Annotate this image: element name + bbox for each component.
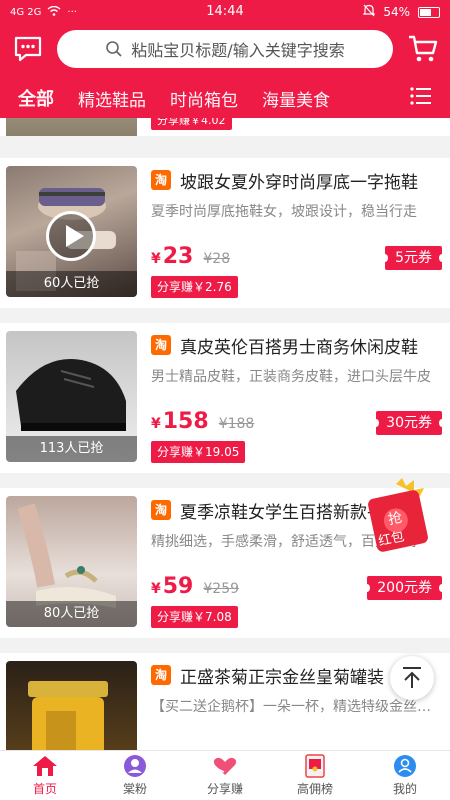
product-image [6,118,137,136]
cart-button[interactable] [406,32,440,66]
price: ¥23 ¥28 [151,244,231,269]
product-image [6,661,137,750]
product-list[interactable]: 分享赚￥4.02 60人已抢 淘 坡跟女夏外穿时尚厚底一字拖鞋 夏季时尚厚底拖鞋… [0,118,450,750]
coupon-badge[interactable]: 30元券 [373,411,445,435]
nav-label: 我的 [392,782,417,796]
tab-bags[interactable]: 时尚箱包 [170,86,238,111]
nav-label: 分享赚 [206,782,243,796]
product-card[interactable]: 60人已抢 淘 坡跟女夏外穿时尚厚底一字拖鞋 夏季时尚厚底拖鞋女，坡跟设计，稳当… [0,158,450,308]
taobao-badge: 淘 [151,170,171,190]
partial-product-card[interactable]: 分享赚￥4.02 [0,118,450,136]
taobao-badge: 淘 [151,500,171,520]
category-tabs: 全部 精选鞋品 时尚箱包 海量美食 [0,82,450,114]
product-desc: 男士精品皮鞋，正装商务皮鞋，进口头层牛皮 [151,369,431,385]
nav-share-earn[interactable]: 分享赚 [180,751,270,800]
product-card[interactable]: 113人已抢 淘 真皮英伦百搭男士商务休闲皮鞋 男士精品皮鞋，正装商务皮鞋，进口… [0,323,450,473]
back-to-top-button[interactable] [390,656,434,700]
price-value: 158 [162,409,209,434]
nav-label: 首页 [32,782,57,796]
taobao-badge: 淘 [151,335,171,355]
bottom-nav: 首页 棠粉 分享赚 高佣榜 我的 [0,750,450,800]
product-image: 113人已抢 [6,331,137,462]
product-title: 坡跟女夏外穿时尚厚底一字拖鞋 [180,173,418,193]
original-price: ¥188 [218,416,255,432]
tab-shoes[interactable]: 精选鞋品 [78,86,146,111]
header: 4G 2G ··· 14:44 54% 粘贴宝贝标题/输入关键字搜索 全部 精选… [0,0,450,118]
original-price: ¥28 [203,251,231,267]
search-icon [106,41,122,57]
original-price: ¥259 [203,581,240,597]
person-icon [122,754,148,778]
grabbed-count: 80人已抢 [6,601,137,627]
cart-icon [409,35,438,62]
product-desc: 【买二送企鹅杯】一朵一杯，精选特级金丝皇菊 [151,699,441,715]
share-earn-tag[interactable]: 分享赚￥19.05 [151,441,246,463]
nav-label: 棠粉 [122,782,147,796]
share-earn-tag[interactable]: 分享赚￥7.08 [151,606,238,628]
product-desc: 夏季时尚厚底拖鞋女，坡跟设计，稳当行走 [151,204,417,220]
price: ¥158 ¥188 [151,409,255,434]
product-card[interactable]: 淘 正盛茶菊正宗金丝皇菊罐装 【买二送企鹅杯】一朵一杯，精选特级金丝皇菊 [0,653,450,750]
status-bar: 4G 2G ··· 14:44 54% [0,0,450,24]
status-time: 14:44 [206,4,244,19]
search-row: 粘贴宝贝标题/输入关键字搜索 [0,28,450,70]
grabbed-count: 113人已抢 [6,436,137,462]
product-image: 60人已抢 [6,166,137,297]
taobao-badge: 淘 [151,665,171,685]
nav-label: 高佣榜 [296,782,333,796]
nav-mine[interactable]: 我的 [360,751,450,800]
grabbed-count: 60人已抢 [6,271,137,297]
profile-icon [392,754,418,778]
product-title: 真皮英伦百搭男士商务休闲皮鞋 [180,338,418,358]
red-packet-button[interactable]: 抢 红包 [366,478,434,558]
share-earn-tag[interactable]: 分享赚￥2.76 [151,276,238,298]
coupon-badge[interactable]: 200元券 [364,576,445,600]
tab-food[interactable]: 海量美食 [262,86,330,111]
price-value: 59 [162,574,194,599]
arrow-up-icon [403,667,421,688]
price-value: 23 [162,244,194,269]
red-envelope-icon [302,754,328,778]
nav-fans[interactable]: 棠粉 [90,751,180,800]
nav-home[interactable]: 首页 [0,751,90,800]
nav-commission-rank[interactable]: 高佣榜 [270,751,360,800]
price: ¥59 ¥259 [151,574,240,599]
search-input[interactable]: 粘贴宝贝标题/输入关键字搜索 [57,30,393,68]
coupon-badge[interactable]: 5元券 [382,246,445,270]
message-icon [14,36,42,62]
home-icon [32,754,58,778]
list-menu-icon[interactable] [410,86,432,106]
share-earn-tag[interactable]: 分享赚￥4.02 [151,118,232,130]
product-image: 80人已抢 [6,496,137,627]
message-button[interactable] [6,28,50,70]
tea-jar-photo [28,681,108,750]
tab-all[interactable]: 全部 [18,85,54,111]
play-video-icon[interactable] [46,211,96,261]
battery-icon [418,6,440,18]
heart-hand-icon [212,754,238,778]
search-placeholder: 粘贴宝贝标题/输入关键字搜索 [131,41,345,60]
